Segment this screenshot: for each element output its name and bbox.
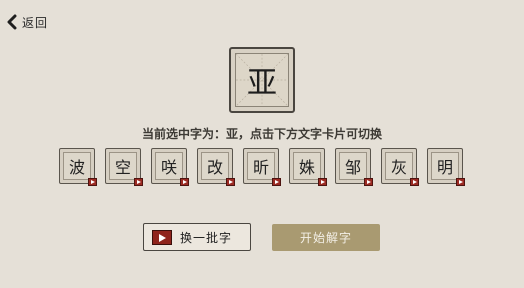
video-play-icon (152, 229, 172, 245)
start-button[interactable]: 开始解字 (272, 224, 380, 251)
card-character: 空 (114, 158, 131, 177)
card-frame: 灰 (385, 152, 413, 180)
selected-character-card: 亚 (229, 47, 295, 113)
character-card[interactable]: 咲 (151, 148, 189, 186)
card-frame: 波 (63, 152, 91, 180)
card-frame: 空 (109, 152, 137, 180)
card-character: 灰 (390, 158, 407, 177)
card-character: 姝 (298, 158, 315, 177)
card-character: 咲 (160, 158, 177, 177)
chevron-left-icon (7, 14, 17, 30)
card-character: 波 (68, 158, 85, 177)
card-character: 邹 (344, 158, 361, 177)
character-card[interactable]: 改 (197, 148, 235, 186)
selected-character: 亚 (247, 66, 277, 101)
character-card[interactable]: 灰 (381, 148, 419, 186)
play-badge-icon (226, 178, 235, 186)
card-character: 昕 (252, 158, 269, 177)
character-card[interactable]: 邹 (335, 148, 373, 186)
play-badge-icon (88, 178, 97, 186)
card-frame: 改 (201, 152, 229, 180)
card-frame: 昕 (247, 152, 275, 180)
play-badge-icon (410, 178, 419, 186)
character-card[interactable]: 姝 (289, 148, 327, 186)
character-card[interactable]: 昕 (243, 148, 281, 186)
card-frame: 咲 (155, 152, 183, 180)
back-label: 返回 (22, 15, 49, 30)
character-card[interactable]: 波 (59, 148, 97, 186)
card-character: 明 (436, 158, 453, 177)
card-frame: 邹 (339, 152, 367, 180)
selection-hint: 当前选中字为：亚，点击下方文字卡片可切换 (141, 127, 382, 141)
play-badge-icon (364, 178, 373, 186)
play-badge-icon (272, 178, 281, 186)
character-card[interactable]: 明 (427, 148, 465, 186)
card-character: 改 (206, 158, 223, 177)
swap-batch-label: 换一批字 (180, 230, 233, 245)
play-badge-icon (318, 178, 327, 186)
character-card[interactable]: 空 (105, 148, 143, 186)
back-button[interactable]: 返回 (6, 13, 48, 31)
card-frame: 姝 (293, 152, 321, 180)
character-card-row: 波空咲改昕姝邹灰明 (59, 148, 469, 188)
card-frame: 亚 (235, 53, 289, 107)
card-frame: 明 (431, 152, 459, 180)
swap-batch-button[interactable]: 换一批字 (143, 223, 251, 251)
play-badge-icon (134, 178, 143, 186)
play-badge-icon (180, 178, 189, 186)
play-badge-icon (456, 178, 465, 186)
